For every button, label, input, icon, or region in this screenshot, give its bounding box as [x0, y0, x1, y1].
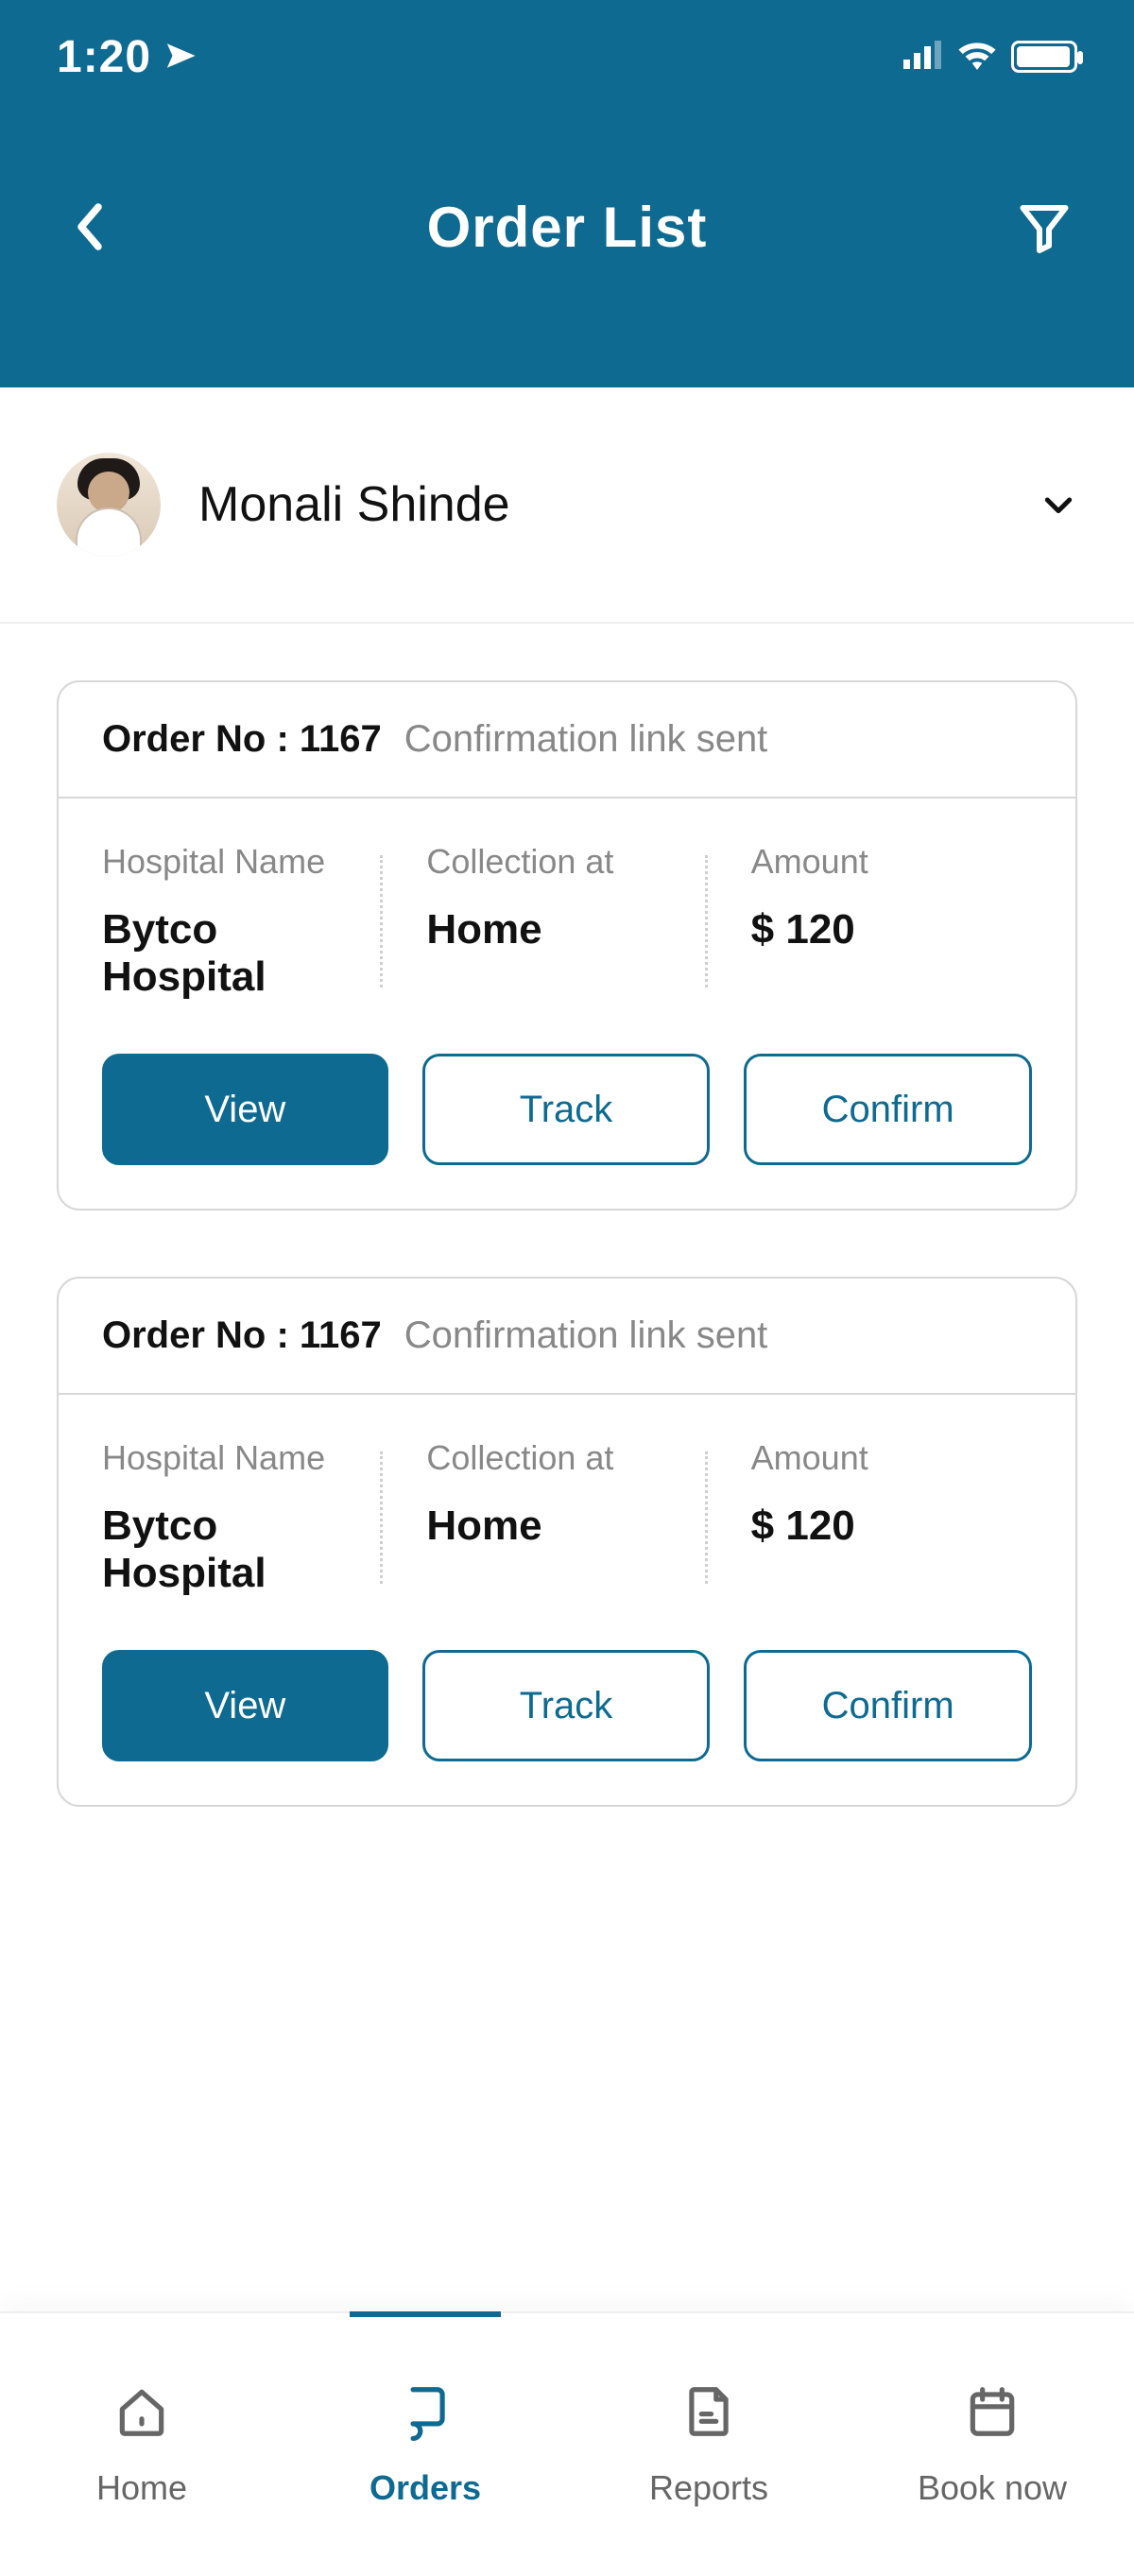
cellular-icon [903, 41, 943, 74]
tab-bar: Home Orders Reports Book now [0, 2311, 1134, 2576]
collection-label: Collection at [426, 1438, 707, 1478]
amount-label: Amount [751, 1438, 1032, 1478]
confirm-button[interactable]: Confirm [744, 1054, 1032, 1165]
status-bar: 1:20 [0, 0, 1134, 113]
wifi-icon [956, 40, 998, 75]
amount-label: Amount [751, 842, 1032, 882]
hospital-value: Bytco Hospital [102, 1503, 383, 1597]
chevron-down-icon [1040, 486, 1077, 524]
battery-icon [1011, 41, 1077, 73]
amount-value: $ 120 [751, 906, 1032, 953]
order-status: Confirmation link sent [404, 1314, 768, 1357]
order-number: Order No : 1167 [102, 1314, 382, 1357]
reports-icon [679, 2382, 738, 2449]
track-button[interactable]: Track [422, 1054, 711, 1165]
home-icon [112, 2382, 171, 2449]
tab-home[interactable]: Home [0, 2313, 284, 2576]
track-button[interactable]: Track [422, 1650, 711, 1761]
page-title: Order List [427, 195, 708, 260]
tab-orders[interactable]: Orders [284, 2313, 567, 2576]
order-card: Order No : 1167 Confirmation link sent H… [57, 1277, 1077, 1807]
profile-name: Monali Shinde [198, 476, 1002, 533]
tab-label: Book now [918, 2468, 1067, 2508]
hospital-value: Bytco Hospital [102, 906, 383, 1001]
order-status: Confirmation link sent [404, 718, 768, 761]
back-button[interactable] [57, 194, 123, 260]
calendar-icon [963, 2382, 1022, 2449]
collection-label: Collection at [426, 842, 707, 882]
location-icon [164, 31, 197, 83]
tab-label: Reports [649, 2468, 768, 2508]
hospital-label: Hospital Name [102, 842, 383, 882]
app-header: 1:20 Order List [0, 0, 1134, 387]
confirm-button[interactable]: Confirm [744, 1650, 1032, 1761]
collection-value: Home [426, 1503, 707, 1550]
order-number: Order No : 1167 [102, 718, 382, 761]
order-list: Order No : 1167 Confirmation link sent H… [0, 624, 1134, 1807]
profile-selector[interactable]: Monali Shinde [0, 387, 1134, 624]
tab-label: Orders [369, 2468, 481, 2508]
collection-value: Home [426, 906, 707, 953]
hospital-label: Hospital Name [102, 1438, 383, 1478]
amount-value: $ 120 [751, 1503, 1032, 1550]
filter-button[interactable] [1011, 194, 1077, 260]
avatar [57, 453, 161, 557]
orders-icon [396, 2382, 455, 2449]
status-time: 1:20 [57, 31, 151, 83]
order-card: Order No : 1167 Confirmation link sent H… [57, 680, 1077, 1211]
view-button[interactable]: View [102, 1054, 388, 1165]
tab-reports[interactable]: Reports [567, 2313, 850, 2576]
tab-book-now[interactable]: Book now [850, 2313, 1134, 2576]
view-button[interactable]: View [102, 1650, 388, 1761]
tab-label: Home [96, 2468, 187, 2508]
